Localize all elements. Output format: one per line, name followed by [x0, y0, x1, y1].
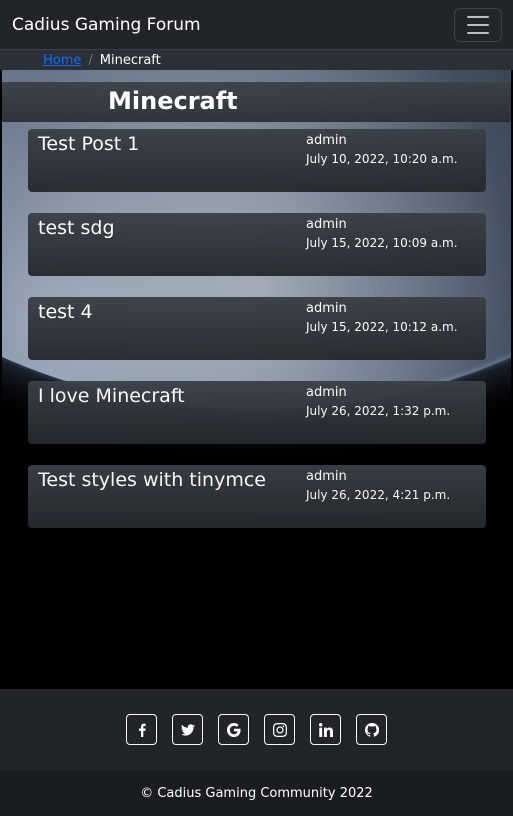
hamburger-menu-icon	[467, 15, 489, 18]
post-date: July 26, 2022, 4:21 p.m.	[306, 488, 451, 502]
instagram-icon	[272, 722, 287, 737]
github-icon	[364, 722, 379, 737]
post-author: admin	[306, 469, 347, 484]
instagram-button[interactable]	[264, 714, 295, 745]
twitter-button[interactable]	[172, 714, 203, 745]
post-title[interactable]: Test styles with tinymce	[38, 469, 266, 491]
google-button[interactable]	[218, 714, 249, 745]
social-footer	[0, 689, 513, 770]
breadcrumb: Home / Minecraft	[0, 49, 513, 70]
post-title[interactable]: test 4	[38, 301, 93, 323]
copyright: © Cadius Gaming Community 2022	[0, 770, 513, 816]
post-card[interactable]: test sdg admin July 15, 2022, 10:09 a.m.	[28, 213, 486, 276]
main-content: Minecraft Test Post 1 admin July 10, 202…	[2, 70, 511, 689]
post-card[interactable]: Test Post 1 admin July 10, 2022, 10:20 a…	[28, 129, 486, 192]
post-card[interactable]: test 4 admin July 15, 2022, 10:12 a.m.	[28, 297, 486, 360]
page-title: Minecraft	[108, 87, 238, 115]
google-icon	[226, 722, 241, 737]
post-date: July 15, 2022, 10:09 a.m.	[306, 236, 458, 250]
github-button[interactable]	[356, 714, 387, 745]
breadcrumb-separator: /	[88, 52, 93, 68]
twitter-icon	[180, 723, 195, 736]
linkedin-button[interactable]	[310, 714, 341, 745]
post-title[interactable]: Test Post 1	[38, 133, 139, 155]
post-title[interactable]: I love Minecraft	[38, 385, 185, 407]
breadcrumb-home-link[interactable]: Home	[43, 53, 81, 68]
linkedin-icon	[318, 722, 333, 737]
post-author: admin	[306, 217, 347, 232]
facebook-button[interactable]	[126, 714, 157, 745]
hamburger-menu-icon-bar	[467, 31, 489, 34]
post-date: July 15, 2022, 10:12 a.m.	[306, 320, 458, 334]
post-author: admin	[306, 133, 347, 148]
page-title-bar	[2, 82, 511, 122]
post-card[interactable]: I love Minecraft admin July 26, 2022, 1:…	[28, 381, 486, 444]
post-card[interactable]: Test styles with tinymce admin July 26, …	[28, 465, 486, 528]
post-title[interactable]: test sdg	[38, 217, 115, 239]
post-date: July 26, 2022, 1:32 p.m.	[306, 404, 451, 418]
facebook-icon	[138, 723, 146, 737]
post-date: July 10, 2022, 10:20 a.m.	[306, 152, 458, 166]
hamburger-menu-icon-bar	[467, 23, 489, 26]
breadcrumb-current: Minecraft	[99, 52, 161, 68]
post-author: admin	[306, 385, 347, 400]
navbar-toggler-button[interactable]	[454, 7, 502, 42]
navbar: Cadius Gaming Forum	[0, 0, 513, 49]
post-author: admin	[306, 301, 347, 316]
brand-link[interactable]: Cadius Gaming Forum	[12, 15, 201, 35]
